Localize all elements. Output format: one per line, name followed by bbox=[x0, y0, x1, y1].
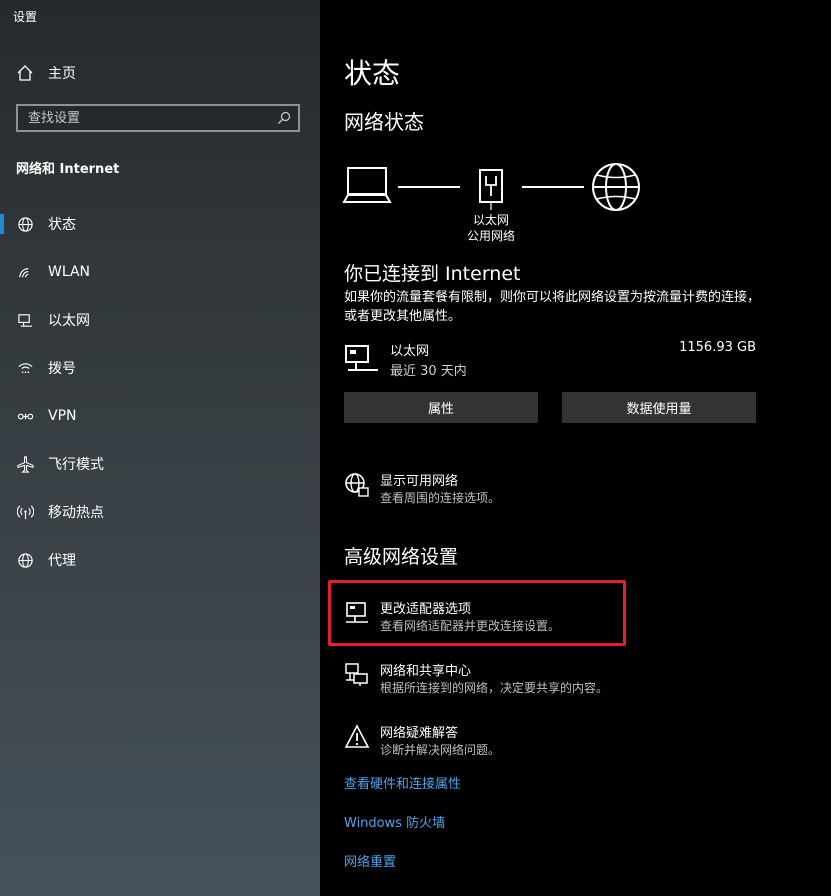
sharing-center-icon bbox=[345, 663, 368, 686]
sidebar-item-label: VPN bbox=[48, 408, 77, 424]
sidebar-item-vpn[interactable]: VPN bbox=[0, 392, 320, 440]
ethernet-adapter-icon bbox=[345, 345, 378, 371]
diagram-caption-type: 以太网 bbox=[472, 213, 509, 227]
wifi-icon bbox=[16, 263, 34, 281]
home-nav-item[interactable]: 主页 bbox=[16, 62, 76, 84]
sidebar-item-label: 飞行模式 bbox=[48, 457, 104, 473]
globe-icon bbox=[16, 551, 34, 569]
globe-network-icon bbox=[345, 473, 369, 497]
sidebar-item-ethernet[interactable]: 以太网 bbox=[0, 296, 320, 344]
network-reset-link[interactable]: 网络重置 bbox=[344, 851, 396, 870]
sidebar: 设置 主页 网络和 Internet 状态 WLAN bbox=[0, 0, 320, 896]
network-troubleshooter[interactable]: 网络疑难解答 诊断并解决网络问题。 bbox=[344, 722, 764, 762]
search-box[interactable] bbox=[16, 104, 300, 132]
airplane-icon bbox=[16, 455, 34, 473]
sidebar-item-label: 拨号 bbox=[48, 361, 76, 377]
ethernet-icon bbox=[16, 311, 34, 329]
dialup-icon bbox=[16, 359, 34, 377]
search-input[interactable] bbox=[18, 109, 276, 127]
advanced-settings-heading: 高级网络设置 bbox=[344, 546, 459, 568]
window-title: 设置 bbox=[13, 10, 38, 24]
adapter-usage: 1156.93 GB bbox=[679, 340, 756, 355]
change-adapter-desc: 查看网络适配器并更改连接设置。 bbox=[380, 619, 561, 633]
sharing-center-desc: 根据所连接到的网络，决定要共享的内容。 bbox=[380, 681, 609, 695]
sidebar-item-hotspot[interactable]: 移动热点 bbox=[0, 488, 320, 536]
sharing-center-title: 网络和共享中心 bbox=[380, 664, 472, 679]
diagram-caption-profile: 公用网络 bbox=[466, 229, 515, 243]
laptop-icon bbox=[342, 167, 392, 203]
connection-status-description: 如果你的流量套餐有限制，则你可以将此网络设置为按流量计费的连接，或者更改其他属性… bbox=[344, 290, 761, 324]
adapter-icon bbox=[346, 602, 368, 623]
warning-icon bbox=[344, 724, 370, 748]
sidebar-item-label: 以太网 bbox=[48, 313, 90, 329]
connection-status-title: 你已连接到 Internet bbox=[344, 263, 521, 285]
sidebar-item-proxy[interactable]: 代理 bbox=[0, 536, 320, 584]
show-networks-desc: 查看周围的连接选项。 bbox=[380, 491, 501, 505]
adapter-period: 最近 30 天内 bbox=[390, 364, 467, 379]
vpn-icon bbox=[16, 407, 34, 425]
sidebar-item-label: 移动热点 bbox=[48, 505, 104, 521]
ethernet-port-icon bbox=[479, 169, 503, 210]
change-adapter-title: 更改适配器选项 bbox=[380, 602, 472, 617]
sidebar-item-label: 代理 bbox=[48, 553, 76, 569]
diagram-caption: 以太网 公用网络 bbox=[460, 212, 522, 244]
show-available-networks[interactable]: 显示可用网络 查看周围的连接选项。 bbox=[344, 470, 764, 510]
sidebar-item-label: WLAN bbox=[48, 264, 91, 280]
sidebar-item-dialup[interactable]: 拨号 bbox=[0, 344, 320, 392]
main-content: 状态 网络状态 以太网 公用网络 你已连接到 Internet 如果你的流量套餐… bbox=[320, 0, 831, 896]
network-sharing-center[interactable]: 网络和共享中心 根据所连接到的网络，决定要共享的内容。 bbox=[344, 660, 764, 700]
properties-button[interactable]: 属性 bbox=[344, 392, 538, 423]
windows-firewall-link[interactable]: Windows 防火墙 bbox=[344, 812, 445, 831]
page-title: 状态 bbox=[344, 57, 401, 90]
globe-icon bbox=[16, 215, 34, 233]
home-label: 主页 bbox=[48, 66, 76, 82]
internet-globe-icon bbox=[592, 163, 640, 211]
adapter-row: 以太网 最近 30 天内 1156.93 GB bbox=[344, 340, 756, 382]
data-usage-button[interactable]: 数据使用量 bbox=[562, 392, 756, 423]
change-adapter-options[interactable]: 更改适配器选项 查看网络适配器并更改连接设置。 bbox=[344, 598, 764, 638]
search-icon[interactable] bbox=[276, 110, 292, 126]
sidebar-item-airplane[interactable]: 飞行模式 bbox=[0, 440, 320, 488]
adapter-name: 以太网 bbox=[390, 344, 430, 359]
view-hardware-properties-link[interactable]: 查看硬件和连接属性 bbox=[344, 773, 461, 792]
troubleshooter-desc: 诊断并解决网络问题。 bbox=[380, 743, 501, 757]
section-title: 网络和 Internet bbox=[16, 162, 120, 177]
network-status-heading: 网络状态 bbox=[344, 110, 424, 134]
sidebar-item-label: 状态 bbox=[48, 217, 76, 233]
hotspot-icon bbox=[16, 503, 34, 521]
sidebar-nav: 状态 WLAN 以太网 拨号 VPN 飞行模式 移动热点 代理 bbox=[0, 200, 320, 584]
home-icon bbox=[17, 65, 33, 81]
sidebar-item-wlan[interactable]: WLAN bbox=[0, 248, 320, 296]
show-networks-title: 显示可用网络 bbox=[380, 474, 459, 489]
sidebar-item-status[interactable]: 状态 bbox=[0, 200, 320, 248]
active-indicator bbox=[0, 214, 4, 234]
troubleshooter-title: 网络疑难解答 bbox=[380, 726, 459, 741]
